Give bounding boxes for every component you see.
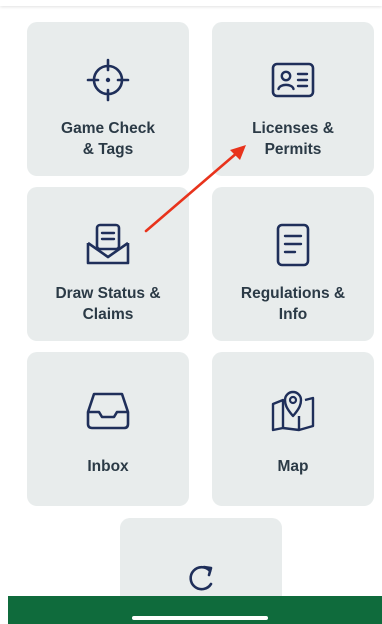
tile-label: Map xyxy=(277,458,309,475)
map-pin-icon xyxy=(271,390,315,432)
crosshair-icon xyxy=(86,58,130,102)
tile-inbox[interactable]: Inbox xyxy=(27,352,189,506)
top-divider xyxy=(0,0,382,6)
tile-regulations-info[interactable]: Regulations & Info xyxy=(212,187,374,341)
document-icon xyxy=(276,223,310,267)
envelope-icon xyxy=(86,223,130,265)
inbox-tray-icon xyxy=(86,392,130,430)
id-card-icon xyxy=(271,62,315,98)
tile-game-check-tags[interactable]: Game Check & Tags xyxy=(27,22,189,176)
tile-licenses-permits[interactable]: Licenses & Permits xyxy=(212,22,374,176)
tile-label: Inbox xyxy=(87,458,129,475)
app-screen: Game Check & Tags Licenses & Permits Dra… xyxy=(0,0,382,624)
tile-label: Licenses & Permits xyxy=(252,120,334,158)
home-indicator[interactable] xyxy=(132,616,268,620)
tile-map[interactable]: Map xyxy=(212,352,374,506)
tile-label: Game Check & Tags xyxy=(61,120,155,158)
tile-label: Regulations & Info xyxy=(240,285,346,323)
tile-draw-status-claims[interactable]: Draw Status & Claims xyxy=(27,187,189,341)
tile-label: Draw Status & Claims xyxy=(55,285,161,323)
refresh-icon xyxy=(189,565,213,591)
